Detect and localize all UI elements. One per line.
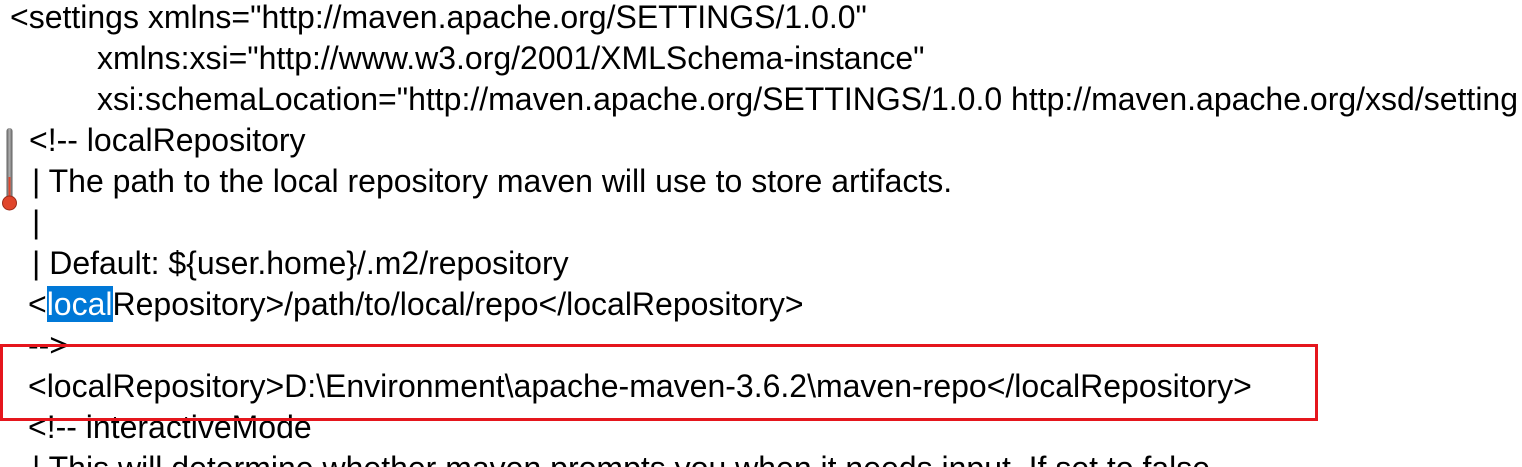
local-repository-comment-description-line[interactable]: | The path to the local repository maven… — [0, 161, 1522, 202]
local-repository-comment-start-line[interactable]: <!-- localRepository — [0, 120, 1522, 161]
settings-open-tag-line[interactable]: <settings xmlns="http://maven.apache.org… — [0, 0, 1522, 38]
code-text-before-selection[interactable]: < — [28, 286, 47, 322]
comment-separator-line[interactable]: | — [0, 202, 1522, 243]
local-repository-example-line[interactable]: <localRepository>/path/to/local/repo</lo… — [0, 284, 1522, 325]
selected-text[interactable]: local — [46, 286, 113, 322]
interactive-mode-comment-description-line[interactable]: | This will determine whether maven prom… — [0, 448, 1522, 467]
xmlns-xsi-attribute-line[interactable]: xmlns:xsi="http://www.w3.org/2001/XMLSch… — [0, 38, 1522, 79]
schema-location-attribute-line[interactable]: xsi:schemaLocation="http://maven.apache.… — [0, 79, 1522, 120]
local-repository-setting-line[interactable]: <localRepository>D:\Environment\apache-m… — [0, 366, 1522, 407]
editor-text-area[interactable]: <settings xmlns="http://maven.apache.org… — [0, 0, 1522, 467]
code-text-after-selection[interactable]: Repository>/path/to/local/repo</localRep… — [113, 286, 804, 322]
local-repository-default-line[interactable]: | Default: ${user.home}/.m2/repository — [0, 243, 1522, 284]
interactive-mode-comment-start-line[interactable]: <!-- interactiveMode — [0, 407, 1522, 448]
editor-window: <settings xmlns="http://maven.apache.org… — [0, 0, 1522, 467]
comment-end-line[interactable]: --> — [0, 325, 1522, 366]
